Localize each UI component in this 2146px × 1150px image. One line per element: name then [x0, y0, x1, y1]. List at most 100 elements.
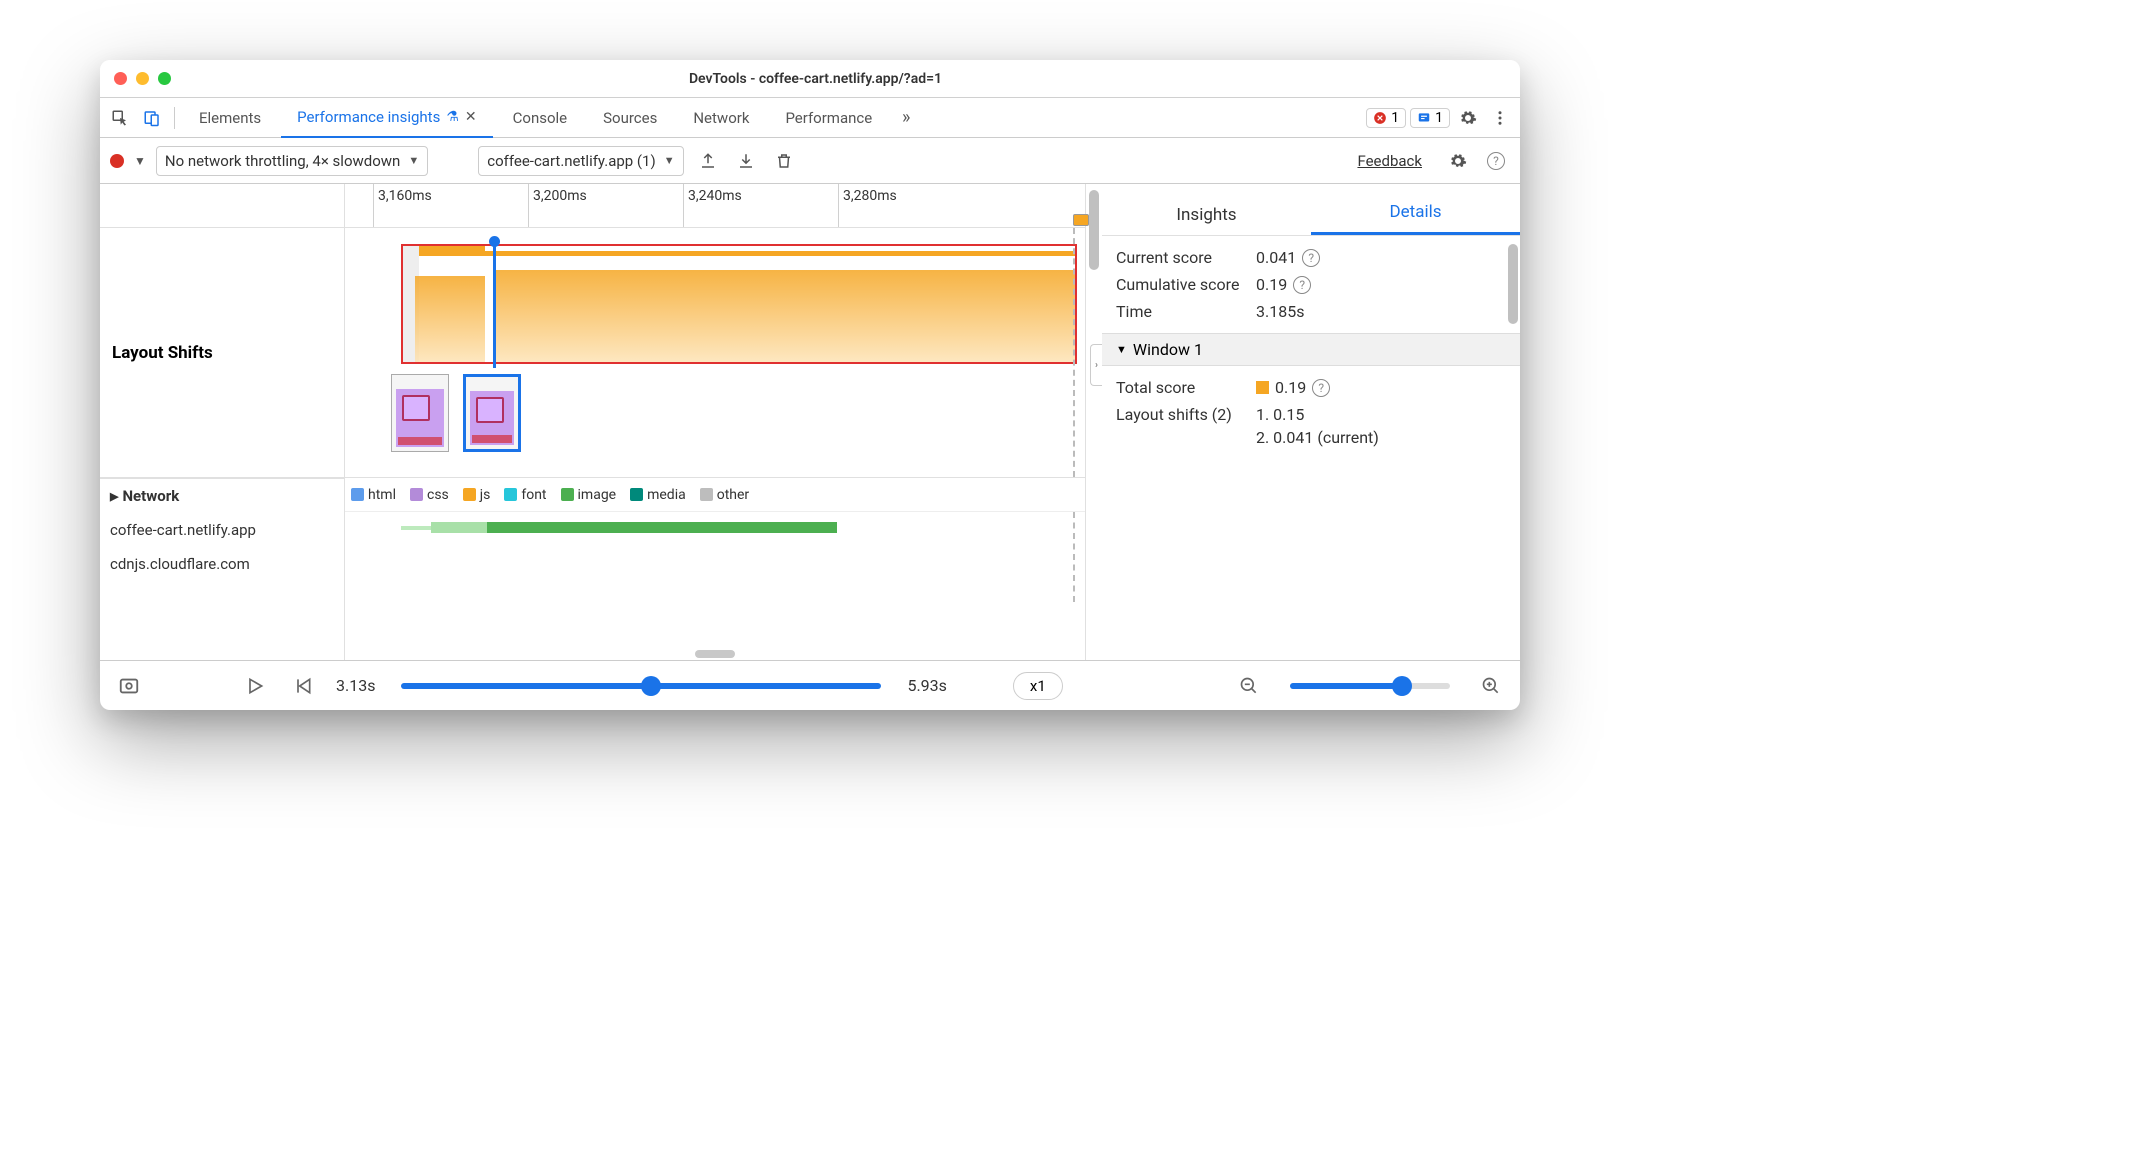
settings-icon[interactable]	[1454, 104, 1482, 132]
center-scrollbar-gutter	[1086, 184, 1102, 660]
device-toolbar-icon[interactable]	[138, 104, 166, 132]
slider-knob[interactable]	[641, 676, 661, 696]
kebab-menu-icon[interactable]	[1486, 104, 1514, 132]
sidebar-tabs: Insights Details	[1102, 184, 1520, 236]
playback-slider[interactable]	[401, 683, 881, 689]
details-sidebar: › Insights Details Current score0.041? C…	[1102, 184, 1520, 660]
tab-performance-insights[interactable]: Performance insights ⚗ ✕	[281, 98, 492, 138]
network-lane-label[interactable]: ▶Network	[100, 478, 344, 513]
layout-shift-block[interactable]	[415, 276, 485, 362]
issues-badge[interactable]: 1	[1410, 108, 1450, 128]
record-button[interactable]	[110, 154, 124, 168]
network-domain-row[interactable]: cdnjs.cloudflare.com	[100, 547, 344, 581]
range-end-line	[1073, 228, 1075, 477]
close-icon[interactable]: ✕	[465, 109, 477, 125]
badge-count: 1	[1391, 110, 1399, 126]
playhead-marker[interactable]	[493, 242, 496, 368]
skip-back-icon[interactable]	[288, 671, 318, 701]
details-table: Current score0.041? Cumulative score0.19…	[1102, 236, 1520, 333]
timeline-ruler[interactable]: 3,160ms 3,200ms 3,240ms 3,280ms	[345, 184, 1085, 228]
legend-other: other	[700, 487, 749, 503]
vertical-scrollbar[interactable]	[1089, 190, 1099, 270]
network-request-bar[interactable]	[431, 522, 487, 533]
inspect-element-icon[interactable]	[106, 104, 134, 132]
slider-knob[interactable]	[1392, 676, 1412, 696]
playback-start-time: 3.13s	[336, 676, 375, 695]
maximize-window-button[interactable]	[158, 72, 171, 85]
tab-label: Performance	[785, 109, 872, 127]
help-icon[interactable]: ?	[1302, 249, 1320, 267]
range-end-line	[1073, 512, 1075, 602]
tab-elements[interactable]: Elements	[183, 98, 277, 138]
timeline-tick: 3,280ms	[838, 184, 897, 227]
export-icon[interactable]	[694, 147, 722, 175]
legend-image: image	[561, 487, 617, 503]
score-swatch	[1256, 381, 1269, 394]
zoom-slider[interactable]	[1290, 683, 1450, 689]
badge-count: 1	[1435, 110, 1443, 126]
layout-shift-selection	[401, 244, 1077, 364]
titlebar: DevTools - coffee-cart.netlify.app/?ad=1	[100, 60, 1520, 98]
layout-shift-block[interactable]	[495, 270, 1075, 362]
import-icon[interactable]	[732, 147, 760, 175]
help-icon[interactable]: ?	[1312, 379, 1330, 397]
legend-html: html	[351, 487, 396, 503]
error-badge[interactable]: 1	[1366, 108, 1406, 128]
controlbar: ▼ No network throttling, 4× slowdown ▼ c…	[100, 138, 1520, 184]
disclosure-triangle-icon: ▼	[1116, 343, 1127, 356]
dropdown-value: No network throttling, 4× slowdown	[165, 152, 400, 170]
window-details: Total score0.19? Layout shifts (2) 1. 0.…	[1102, 366, 1520, 459]
layout-shifts-lane[interactable]	[345, 228, 1085, 478]
layout-shift-item[interactable]: 1. 0.15	[1256, 405, 1304, 424]
screenshot-thumb[interactable]	[391, 374, 449, 452]
minimize-window-button[interactable]	[136, 72, 149, 85]
tab-network[interactable]: Network	[677, 98, 765, 138]
screenshot-thumb-selected[interactable]	[463, 374, 521, 452]
help-icon[interactable]: ?	[1482, 147, 1510, 175]
chevron-down-icon: ▼	[664, 154, 675, 167]
current-score-label: Current score	[1116, 248, 1256, 267]
toggle-visibility-icon[interactable]	[114, 671, 144, 701]
layout-shifts-count-label: Layout shifts (2)	[1116, 405, 1256, 424]
record-options-dropdown[interactable]: ▼	[134, 154, 146, 168]
throttling-dropdown[interactable]: No network throttling, 4× slowdown ▼	[156, 146, 428, 176]
separator	[174, 107, 175, 129]
tab-console[interactable]: Console	[497, 98, 584, 138]
tab-sources[interactable]: Sources	[587, 98, 673, 138]
help-icon[interactable]: ?	[1293, 276, 1311, 294]
panel-settings-icon[interactable]	[1444, 147, 1472, 175]
chevron-down-icon: ▼	[408, 154, 419, 167]
horizontal-scrollbar[interactable]	[695, 650, 735, 658]
network-domain-row[interactable]: coffee-cart.netlify.app	[100, 513, 344, 547]
playback-speed-pill[interactable]: x1	[1013, 672, 1063, 700]
legend-font: font	[504, 487, 546, 503]
main-content: Layout Shifts ▶Network coffee-cart.netli…	[100, 184, 1520, 660]
network-waterfall[interactable]	[345, 512, 1085, 602]
recording-dropdown[interactable]: coffee-cart.netlify.app (1) ▼	[478, 146, 683, 176]
delete-icon[interactable]	[770, 147, 798, 175]
timeline-column: 3,160ms 3,200ms 3,240ms 3,280ms	[345, 184, 1086, 660]
more-tabs-icon[interactable]: »	[892, 104, 920, 132]
collapse-sidebar-handle[interactable]: ›	[1090, 344, 1102, 386]
play-icon[interactable]	[240, 671, 270, 701]
layout-shift-item[interactable]: 2. 0.041 (current)	[1256, 428, 1379, 447]
tab-insights[interactable]: Insights	[1102, 205, 1311, 235]
network-request-bar[interactable]	[401, 526, 431, 530]
slider-fill	[1290, 683, 1400, 689]
tab-performance[interactable]: Performance	[769, 98, 888, 138]
legend-media: media	[630, 487, 686, 503]
feedback-link[interactable]: Feedback	[1357, 152, 1422, 170]
layout-shift-marker	[403, 251, 1075, 256]
network-request-bar[interactable]	[487, 522, 837, 533]
playhead-dot[interactable]	[489, 236, 500, 247]
zoom-in-icon[interactable]	[1476, 671, 1506, 701]
tab-details[interactable]: Details	[1311, 202, 1520, 235]
sidebar-scrollbar[interactable]	[1508, 244, 1518, 324]
close-window-button[interactable]	[114, 72, 127, 85]
time-label: Time	[1116, 302, 1256, 321]
tab-label: Elements	[199, 109, 261, 127]
window-section-header[interactable]: ▼Window 1	[1102, 333, 1520, 366]
legend-js: js	[463, 487, 491, 503]
zoom-out-icon[interactable]	[1234, 671, 1264, 701]
screenshot-thumbnails	[391, 374, 521, 452]
